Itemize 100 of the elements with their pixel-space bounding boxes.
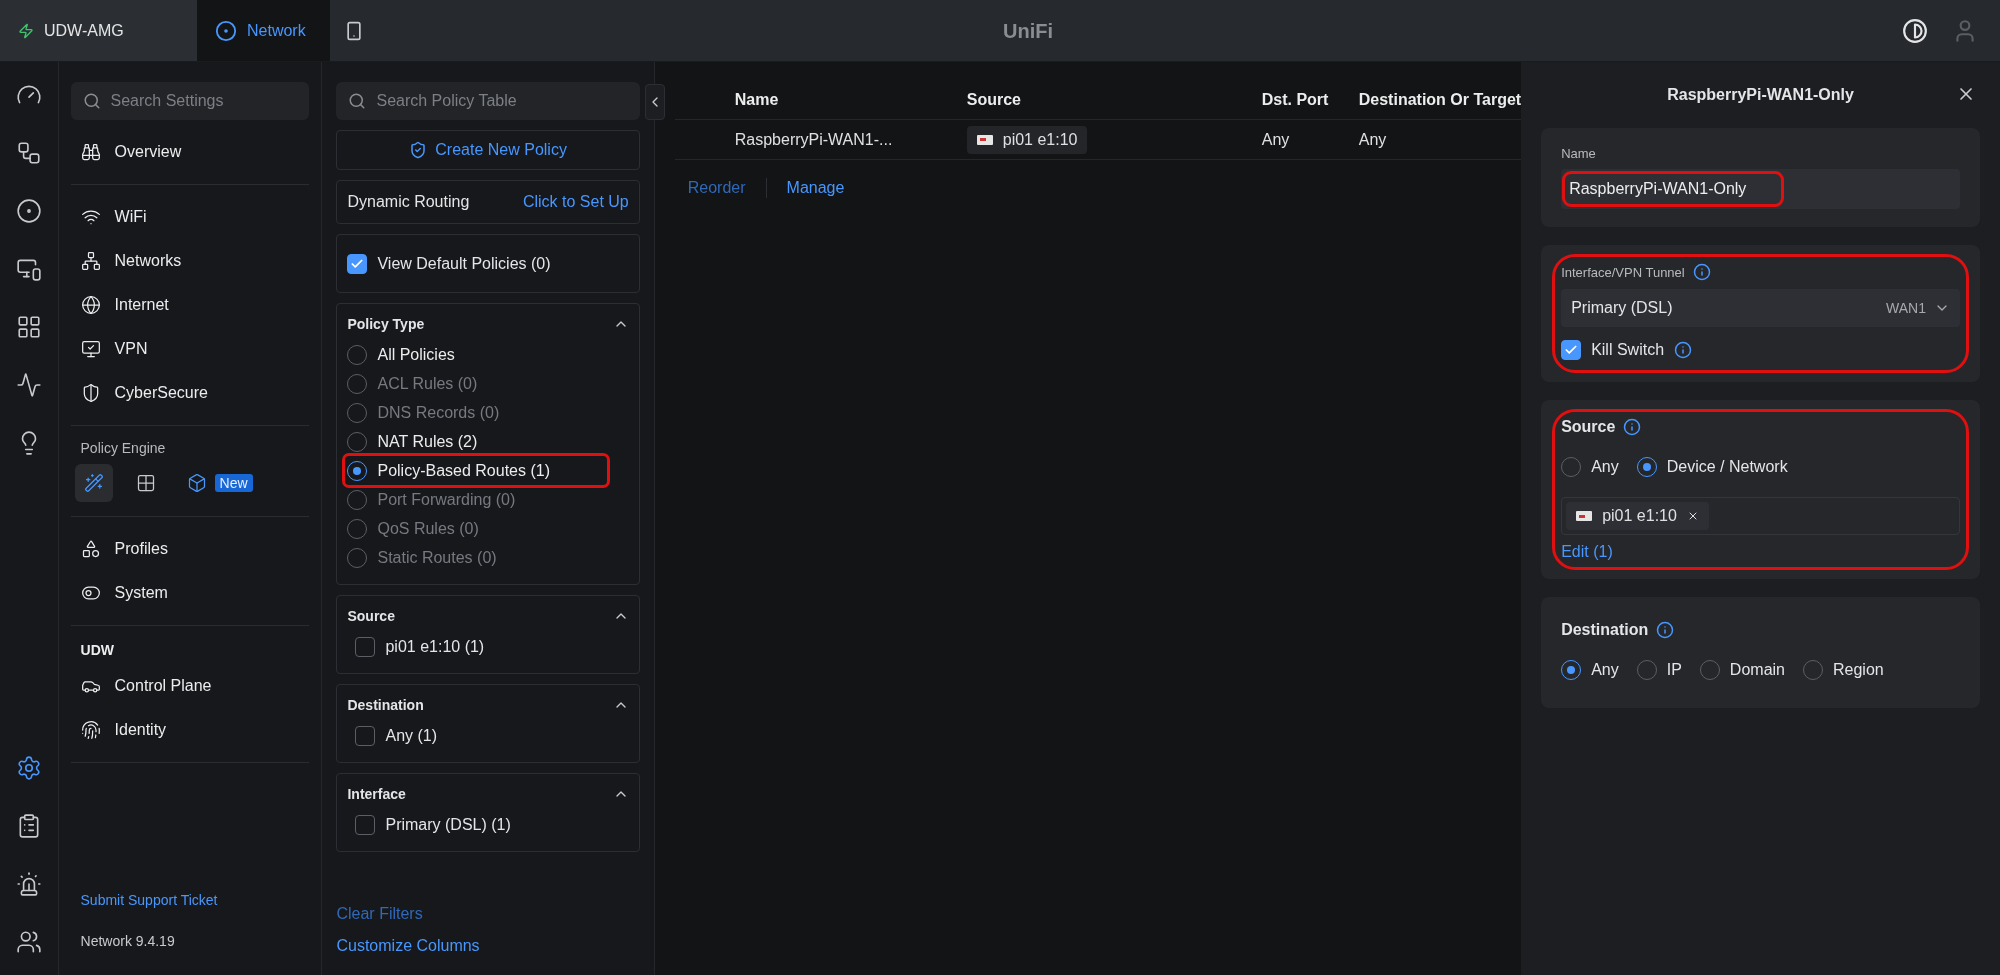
checkbox[interactable] (355, 814, 376, 835)
logo-text: UniFi (1003, 20, 1053, 43)
nav-item[interactable]: Identity (70, 708, 310, 752)
radio-label: Device / Network (1666, 457, 1788, 476)
info-icon[interactable] (1656, 621, 1675, 639)
checkbox[interactable] (347, 253, 368, 274)
nav-rail-icon[interactable] (15, 314, 42, 340)
section-heading: UDW (79, 641, 115, 660)
globe-icon (80, 295, 101, 315)
nav-item[interactable]: CyberSecure (70, 371, 310, 415)
policy-tool-button[interactable] (74, 464, 113, 502)
radio-label: QoS Rules (0) (377, 519, 479, 538)
wand-icon (83, 473, 104, 493)
table-cell-text: Any (1261, 130, 1291, 149)
nav-rail-icon[interactable] (15, 140, 42, 166)
checkbox-label: Any (1) (385, 726, 438, 745)
nav-rail-icon[interactable] (15, 871, 42, 897)
support-link[interactable]: Submit Support Ticket (80, 892, 218, 908)
section-heading: Policy Engine (79, 439, 167, 458)
radio-label: ACL Rules (0) (377, 374, 478, 393)
table-cell-text: Any (1358, 130, 1388, 149)
search-field[interactable]: Search Policy Table (336, 82, 640, 120)
radio-label: DNS Records (0) (377, 403, 500, 422)
version-text: Network 9.4.19 (79, 932, 176, 951)
app-tab[interactable]: UDW-AMG (0, 0, 197, 61)
radio-label: NAT Rules (2) (377, 432, 478, 451)
column-header[interactable]: Name (734, 90, 967, 109)
radio-label: Policy-Based Routes (1) (377, 461, 550, 480)
checkbox-label: Primary (DSL) (1) (385, 815, 511, 834)
checkbox[interactable] (355, 636, 376, 657)
device-icon (976, 134, 993, 145)
field-label: Interface/VPN Tunnel (1561, 264, 1685, 280)
binoculars-icon (80, 142, 101, 162)
radio-label: IP (1666, 660, 1682, 679)
interface-dropdown[interactable]: Primary (DSL) WAN1 (1561, 289, 1960, 327)
nav-item[interactable]: Overview (70, 130, 310, 174)
theme-toggle-icon[interactable] (1902, 17, 1928, 44)
radio-label: Any (1591, 660, 1619, 679)
nav-item[interactable]: WiFi (70, 195, 310, 239)
dynamic-routing-label: Dynamic Routing (347, 193, 470, 211)
nav-rail-icon[interactable] (15, 198, 42, 224)
create-policy-button[interactable]: Create New Policy (336, 130, 640, 170)
checkbox-label: Kill Switch (1591, 340, 1665, 359)
search-field[interactable]: Search Settings (70, 82, 310, 120)
setup-link[interactable]: Click to Set Up (522, 193, 629, 211)
device-chip: pi01 e1:10 (966, 125, 1088, 154)
radio-label: Port Forwarding (0) (377, 490, 516, 509)
fingerprint-icon (80, 720, 101, 740)
table-action-link[interactable]: Manage (786, 179, 845, 197)
name-input-field[interactable]: RaspberryPi-WAN1-Only (1561, 169, 1960, 209)
section-title: Destination (1561, 621, 1649, 639)
checkbox[interactable] (1561, 339, 1582, 360)
nav-item[interactable]: Networks (70, 239, 310, 283)
target-icon (215, 19, 237, 42)
filter-group-title: Interface (347, 786, 406, 802)
column-header[interactable]: Dst. Port (1261, 90, 1359, 109)
checkbox[interactable] (355, 725, 376, 746)
filter-group-title: Destination (347, 697, 424, 713)
radio-label: Region (1833, 660, 1884, 679)
column-header[interactable]: Destination Or Target (1358, 90, 1522, 109)
edit-link[interactable]: Edit (1) (1561, 543, 1613, 560)
nav-item[interactable]: System (70, 571, 310, 615)
field-label: Name (1561, 146, 1597, 161)
grid-icon (135, 473, 156, 493)
monitor-icon (80, 339, 101, 359)
bolt-icon (18, 22, 34, 39)
collapse-button[interactable] (644, 84, 665, 120)
section-title: Source (1561, 418, 1616, 436)
filter-group-title: Policy Type (347, 316, 425, 332)
radio-label: All Policies (377, 345, 455, 364)
radio-label: Static Routes (0) (377, 548, 497, 567)
filter-link[interactable]: Customize Columns (336, 937, 480, 954)
nav-item[interactable]: VPN (70, 327, 310, 371)
checkbox-label: View Default Policies (0) (377, 254, 551, 273)
nav-rail-icon[interactable] (15, 755, 42, 781)
source-input-field[interactable]: pi01 e1:10 (1561, 497, 1960, 535)
device-icon[interactable] (344, 20, 364, 41)
panel-title: RaspberryPi-WAN1-Only (1667, 86, 1854, 104)
info-icon[interactable] (1692, 263, 1711, 281)
radio-label: Any (1591, 457, 1619, 476)
device-chip: pi01 e1:10 (1566, 502, 1709, 530)
radio-label: Domain (1729, 660, 1785, 679)
shapes-icon (80, 539, 101, 559)
device-icon (1576, 511, 1593, 521)
table-cell-text: RaspberryPi-WAN1-... (734, 130, 894, 149)
network-tree-icon (80, 251, 101, 271)
cube-icon (186, 473, 207, 493)
info-icon[interactable] (1674, 340, 1693, 359)
column-header[interactable]: Source (966, 90, 1262, 109)
info-icon[interactable] (1623, 418, 1642, 436)
policy-tool-button[interactable]: New (178, 464, 261, 502)
nav-item[interactable]: Internet (70, 283, 310, 327)
nav-item[interactable]: Profiles (70, 527, 310, 571)
nav-rail-icon[interactable] (15, 929, 42, 955)
app-tab[interactable]: Network (197, 0, 330, 61)
nav-rail-icon[interactable] (15, 372, 42, 398)
filter-group-title: Source (347, 608, 395, 624)
nav-item[interactable]: Control Plane (70, 664, 310, 708)
shield-check-icon (409, 141, 428, 159)
checkbox-label: pi01 e1:10 (1) (385, 637, 485, 656)
